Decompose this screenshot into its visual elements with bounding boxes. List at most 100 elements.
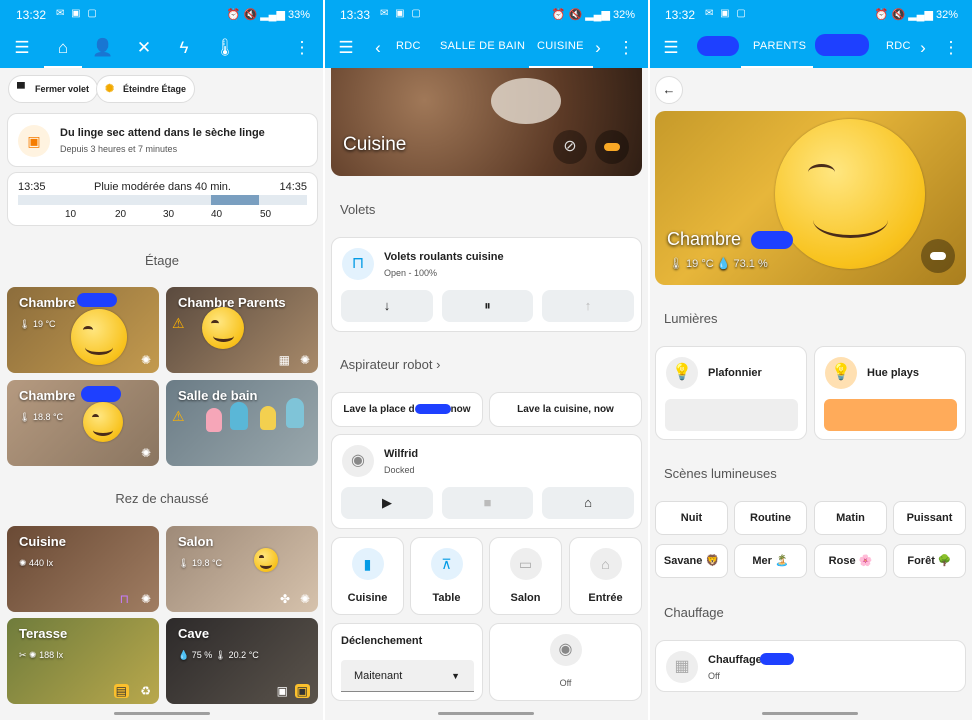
status-notification-icons: ✉ ▣ ▢	[56, 8, 99, 19]
more-options-icon[interactable]: ⋮	[290, 36, 314, 60]
bedroom-hero-card[interactable]: Chambre 🌡 19 °C 💧 73.1 %	[655, 111, 966, 285]
room-card-cave[interactable]: Cave 💧 75 % 🌡 20.2 °C ▣ ▣	[166, 618, 318, 704]
rain-tick: 10	[65, 209, 77, 220]
app-bar: ☰ PARENTS RDC › ⋮	[649, 28, 972, 68]
light-icon[interactable]: ✺	[141, 353, 151, 367]
room-card-terasse[interactable]: Terasse ✂ ✺ 188 lx ▤ ♻	[7, 618, 159, 704]
light-icon[interactable]: ✺	[300, 592, 310, 606]
light-card-plafonnier[interactable]: 💡 Plafonnier	[655, 346, 807, 440]
toggle-icon[interactable]	[595, 130, 629, 164]
shutter-up-button[interactable]: ↑	[542, 290, 634, 322]
thermometer-icon[interactable]: 🌡	[213, 36, 237, 60]
room-card-chambre-parents[interactable]: Chambre Parents ⚠ ▦ ✺	[166, 287, 318, 373]
tile-entree[interactable]: ⌂ Entrée	[569, 537, 642, 615]
washer-icon[interactable]: ▣	[277, 684, 288, 698]
scene-routine[interactable]: Routine	[734, 501, 807, 535]
more-options-icon[interactable]: ⋮	[939, 36, 963, 60]
kitchen-hero-card[interactable]: Cuisine ⊘	[331, 68, 642, 176]
scene-puissant[interactable]: Puissant	[893, 501, 966, 535]
scene-matin[interactable]: Matin	[814, 501, 887, 535]
more-options-icon[interactable]: ⋮	[614, 36, 638, 60]
scene-mer[interactable]: Mer 🏝️	[734, 544, 807, 578]
fan-icon[interactable]: ✤	[280, 592, 290, 606]
bin-icon[interactable]: ▤	[113, 684, 129, 698]
room-name: Salon	[178, 534, 214, 549]
close-shutter-button[interactable]: ▀ Fermer volet	[8, 75, 99, 103]
shutter-icon[interactable]: ⊓	[120, 592, 129, 606]
emoji-face-overlay	[775, 119, 925, 269]
room-card-salon[interactable]: Salon 🌡 19.8 °C ✤ ✺	[166, 526, 318, 612]
dryer-notification-card[interactable]: ▣ Du linge sec attend dans le sèche ling…	[7, 113, 318, 167]
dryer-icon: ▣	[18, 125, 50, 157]
section-floor: Étage	[145, 253, 179, 268]
heater-icon[interactable]: ▦	[279, 353, 290, 367]
vacuum-home-button[interactable]: ⌂	[542, 487, 634, 519]
tab-parents[interactable]: PARENTS	[753, 40, 806, 52]
trigger-state-card[interactable]: ◉ Off	[489, 623, 642, 701]
chevron-right-icon[interactable]: ›	[586, 36, 610, 60]
panel-home: 13:32 ✉ ▣ ▢ ⏰ 🔇 ▂▄▆ 33% ☰ ⌂ 👤 ✕ ϟ 🌡 ⋮ ▀ …	[0, 0, 324, 720]
room-card-chambre-2[interactable]: Chambre 🌡 18.8 °C ✺	[7, 380, 159, 466]
light-icon[interactable]: ✺	[300, 353, 310, 367]
scene-rose[interactable]: Rose 🌸	[814, 544, 887, 578]
section-robot-vacuum[interactable]: Aspirateur robot ›	[340, 357, 440, 372]
emoji-face-overlay	[202, 307, 244, 349]
scene-savane[interactable]: Savane 🦁	[655, 544, 728, 578]
menu-icon[interactable]: ☰	[659, 36, 683, 60]
status-bar: 13:32 ✉ ▣ ▢ ⏰ 🔇 ▂▄▆ 33%	[0, 0, 324, 28]
shutter-stop-button[interactable]: ⏸	[442, 290, 533, 322]
room-card-salle-de-bain[interactable]: Salle de bain ⚠	[166, 380, 318, 466]
tile-table[interactable]: ⊼ Table	[410, 537, 483, 615]
light-icon[interactable]: ✺	[141, 592, 151, 606]
brightness-slider[interactable]	[665, 399, 798, 431]
chip-label: Éteindre Étage	[123, 84, 187, 94]
section-shutters: Volets	[340, 202, 376, 217]
light-name: Plafonnier	[708, 367, 762, 379]
tile-cuisine[interactable]: ▮ Cuisine	[331, 537, 404, 615]
scene-nuit[interactable]: Nuit	[655, 501, 728, 535]
person-icon[interactable]: 👤	[91, 36, 115, 60]
menu-icon[interactable]: ☰	[334, 36, 358, 60]
panel-divider	[648, 0, 650, 720]
tab-rdc[interactable]: RDC	[886, 40, 911, 52]
spoon-image	[491, 78, 561, 124]
home-icon[interactable]: ⌂	[51, 36, 75, 60]
vacuum-card: ◉ Wilfrid Docked ▶ ■ ⌂	[331, 434, 642, 529]
status-time: 13:32	[16, 8, 47, 22]
scene-foret[interactable]: Forêt 🌳	[893, 544, 966, 578]
tab-cuisine[interactable]: CUISINE	[537, 40, 584, 52]
robot-vacuum-icon: ◉	[549, 634, 582, 666]
shutter-down-button[interactable]: ↓	[341, 290, 433, 322]
heating-card[interactable]: ▦ Chauffage Off	[655, 640, 966, 692]
room-humidity: 💧 75 % 🌡 20.2 °C	[178, 650, 259, 660]
tab-salle-de-bain[interactable]: SALLE DE BAIN	[440, 40, 525, 52]
room-card-cuisine[interactable]: Cuisine ✺ 440 lx ⊓ ✺	[7, 526, 159, 612]
motion-off-icon[interactable]: ⊘	[553, 130, 587, 164]
clean-kitchen-button[interactable]: Lave la cuisine, now	[489, 392, 642, 427]
clean-place-button[interactable]: Lave la place d now	[331, 392, 483, 427]
chevron-right-icon[interactable]: ›	[911, 36, 935, 60]
vacuum-start-button[interactable]: ▶	[341, 487, 433, 519]
room-card-chambre[interactable]: Chambre 🌡 19 °C ✺	[7, 287, 159, 373]
redaction-blob	[760, 653, 794, 665]
status-time: 13:33	[340, 8, 371, 22]
light-icon[interactable]: ✺	[141, 446, 151, 460]
vacuum-stop-button[interactable]: ■	[442, 487, 533, 519]
menu-icon[interactable]: ☰	[10, 36, 34, 60]
redaction-blob	[697, 36, 739, 56]
toggle-icon[interactable]	[921, 239, 955, 273]
brightness-slider[interactable]	[824, 399, 957, 431]
tile-salon[interactable]: ▭ Salon	[489, 537, 562, 615]
turn-off-floor-button[interactable]: ✺ Éteindre Étage	[96, 75, 196, 103]
tab-rdc[interactable]: RDC	[396, 40, 421, 52]
recycle-icon[interactable]: ♻	[140, 684, 151, 698]
light-card-hue-plays[interactable]: 💡 Hue plays	[814, 346, 966, 440]
dryer-icon[interactable]: ▣	[294, 684, 310, 698]
back-button[interactable]: ←	[655, 76, 683, 104]
lightning-icon[interactable]: ϟ	[172, 36, 196, 60]
tools-icon[interactable]: ✕	[132, 36, 156, 60]
trigger-select[interactable]: Maitenant ▼	[341, 660, 474, 692]
radiator-icon: ▦	[666, 651, 698, 683]
section-ground-floor: Rez de chaussé	[115, 491, 209, 506]
chevron-left-icon[interactable]: ‹	[366, 36, 390, 60]
